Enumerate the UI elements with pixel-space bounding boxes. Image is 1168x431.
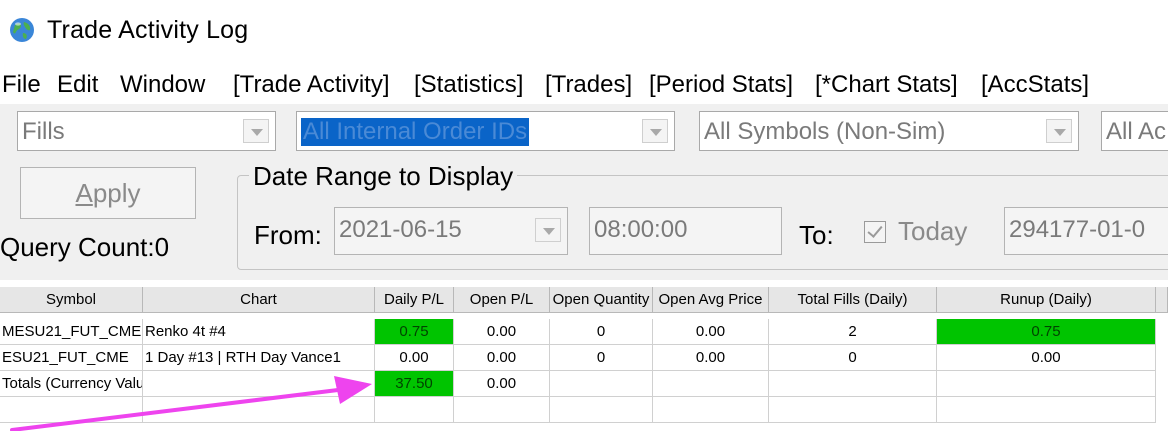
table-row-totals-open-pl[interactable]: 0.00 [454, 371, 550, 397]
today-label: Today [898, 216, 968, 246]
date-range-title: Date Range to Display [249, 161, 518, 192]
symbol-filter-select[interactable]: All Symbols (Non-Sim) [699, 111, 1079, 151]
menu-accstats[interactable]: [AccStats] [981, 71, 1089, 99]
empty-cell[interactable] [454, 397, 550, 423]
column-header-runup[interactable]: Runup (Daily) [937, 287, 1156, 313]
apply-label-rest: pply [92, 178, 141, 208]
table-row-1-open-avg-price[interactable]: 0.00 [653, 345, 769, 371]
table-row-0-daily-pl[interactable]: 0.75 [375, 319, 454, 345]
from-date-value: 2021-06-15 [339, 216, 462, 243]
chevron-down-icon[interactable] [1046, 119, 1072, 143]
menu-chart-stats[interactable]: [*Chart Stats] [815, 71, 958, 99]
table-row-totals-total-fills[interactable] [769, 371, 937, 397]
column-header-total-fills[interactable]: Total Fills (Daily) [769, 287, 937, 313]
annotation-arrow-icon [10, 376, 372, 431]
table-row-0-daily-pl-value: 0.75 [399, 323, 429, 340]
column-header-open-quantity[interactable]: Open Quantity [550, 287, 653, 313]
chevron-down-icon[interactable] [535, 218, 561, 242]
menu-file[interactable]: File [2, 71, 41, 99]
table-row-totals-open-quantity[interactable] [550, 371, 653, 397]
menu-edit[interactable]: Edit [57, 71, 98, 99]
chevron-down-icon[interactable] [243, 119, 269, 143]
menu-statistics[interactable]: [Statistics] [414, 71, 523, 99]
table-row-0-symbol[interactable]: MESU21_FUT_CME [0, 319, 143, 345]
from-label: From: [254, 220, 322, 250]
apply-label-mnemonic: A [75, 178, 93, 208]
to-label: To: [799, 220, 834, 250]
column-header-symbol[interactable]: Symbol [0, 287, 143, 313]
menu-window[interactable]: Window [120, 71, 205, 99]
column-header-open-pl[interactable]: Open P/L [454, 287, 550, 313]
to-date-value: 294177-01-0 [1009, 216, 1146, 243]
empty-cell[interactable] [653, 397, 769, 423]
apply-button[interactable]: Apply [20, 167, 196, 219]
order-id-filter-select[interactable]: All Internal Order IDs [296, 111, 675, 151]
menu-trade-activity[interactable]: [Trade Activity] [233, 71, 390, 99]
table-row-0-open-avg-price[interactable]: 0.00 [653, 319, 769, 345]
table-row-0-total-fills[interactable]: 2 [769, 319, 937, 345]
window-title: Trade Activity Log [47, 16, 249, 44]
globe-icon [10, 18, 34, 42]
menu-period-stats[interactable]: [Period Stats] [649, 71, 793, 99]
chevron-down-icon[interactable] [642, 119, 668, 143]
column-header-more[interactable] [1156, 287, 1168, 313]
empty-cell[interactable] [937, 397, 1156, 423]
from-time-field[interactable]: 08:00:00 [589, 207, 782, 255]
today-checkbox[interactable] [864, 221, 886, 243]
empty-cell[interactable] [550, 397, 653, 423]
from-time-value: 08:00:00 [594, 216, 688, 243]
menu-trades[interactable]: [Trades] [545, 71, 632, 99]
table-row-0-open-quantity[interactable]: 0 [550, 319, 653, 345]
table-row-0-runup[interactable]: 0.75 [937, 319, 1156, 345]
table-row-1-open-pl[interactable]: 0.00 [454, 345, 550, 371]
from-date-picker[interactable]: 2021-06-15 [334, 207, 568, 255]
order-id-filter-value: All Internal Order IDs [301, 118, 530, 146]
empty-cell[interactable] [769, 397, 937, 423]
table-row-1-total-fills[interactable]: 0 [769, 345, 937, 371]
symbol-filter-value: All Symbols (Non-Sim) [704, 118, 946, 145]
to-date-field[interactable]: 294177-01-0 [1004, 207, 1168, 255]
account-filter-select[interactable]: All Ac [1101, 111, 1168, 151]
account-filter-value: All Ac [1106, 118, 1167, 145]
type-filter-select[interactable]: Fills [17, 111, 276, 151]
query-count: Query Count:0 [0, 232, 170, 262]
table-row-0-open-pl[interactable]: 0.00 [454, 319, 550, 345]
table-row-1-open-quantity[interactable]: 0 [550, 345, 653, 371]
table-row-totals-daily-pl-value: 37.50 [395, 375, 433, 392]
title-bar: Trade Activity Log [0, 0, 1168, 62]
column-header-open-avg-price[interactable]: Open Avg Price [653, 287, 769, 313]
column-header-daily-pl[interactable]: Daily P/L [375, 287, 454, 313]
filter-toolbar: Fills All Internal Order IDs All Symbols… [0, 104, 1168, 280]
date-dropdown[interactable] [535, 218, 561, 242]
table-row-0-runup-value: 0.75 [1031, 323, 1061, 340]
column-header-chart[interactable]: Chart [143, 287, 375, 313]
table-row-totals-open-avg-price[interactable] [653, 371, 769, 397]
menu-bar: File Edit Window [Trade Activity] [Stati… [0, 64, 1168, 104]
table-row-1-runup[interactable]: 0.00 [937, 345, 1156, 371]
table-row-0-chart[interactable]: Renko 4t #4 [143, 319, 375, 345]
type-filter-value: Fills [22, 118, 65, 145]
table-row-totals-runup[interactable] [937, 371, 1156, 397]
